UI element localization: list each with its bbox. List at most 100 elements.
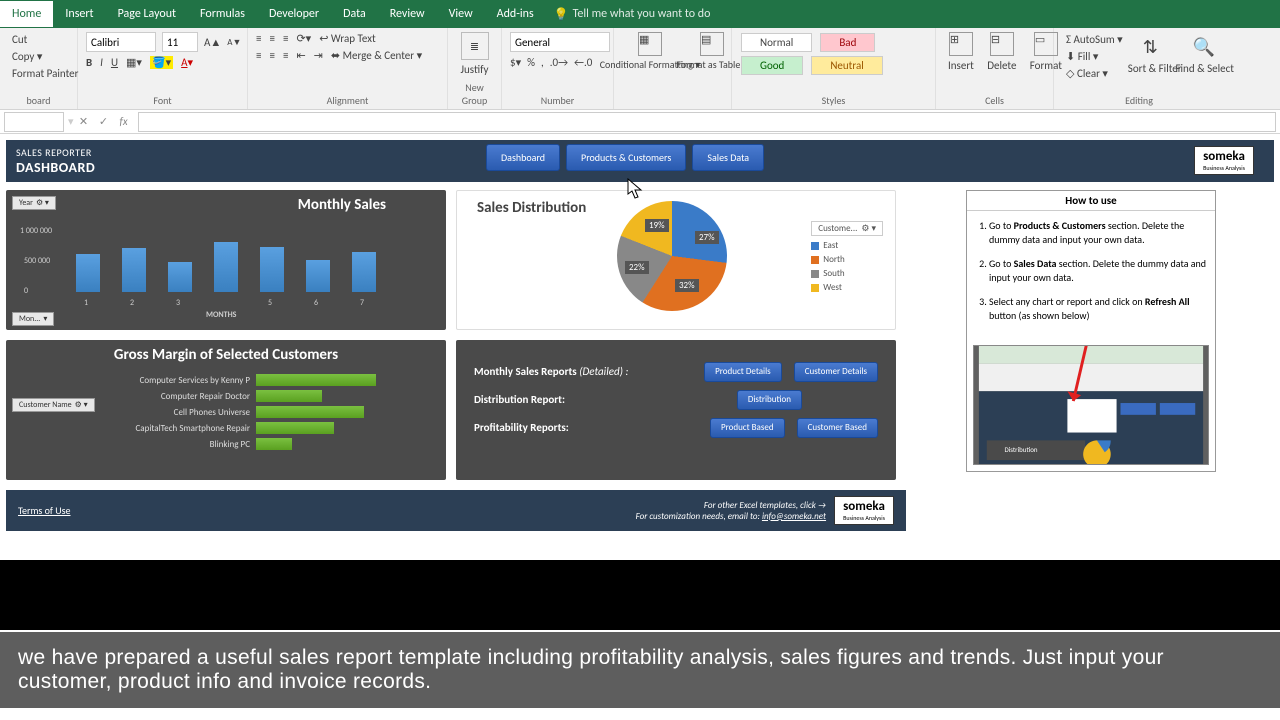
btn-product-based[interactable]: Product Based [710,418,785,438]
style-normal[interactable]: Normal [741,33,812,52]
btn-customer-details[interactable]: Customer Details [794,362,878,382]
formula-input[interactable] [138,112,1276,132]
cancel-formula-icon[interactable]: ✕ [74,115,94,128]
orientation-icon[interactable]: ⟳▾ [296,32,311,45]
font-color-button[interactable]: A▾ [181,56,193,69]
tab-developer[interactable]: Developer [257,1,331,27]
group-newgroup-label: New Group [456,79,493,107]
conditional-formatting-icon[interactable]: ▦ [638,32,662,56]
slicer-year[interactable]: Year ⚙ ▾ [12,196,56,210]
dashboard-header: SALES REPORTER DASHBOARD Dashboard Produ… [6,140,1274,182]
find-select-icon[interactable]: 🔍 [1193,36,1217,60]
group-editing-label: Editing [1062,92,1216,107]
style-bad[interactable]: Bad [820,33,875,52]
group-number-label: Number [510,92,605,107]
indent-inc-icon[interactable]: ⇥ [314,49,323,62]
clear-button[interactable]: ◇ Clear ▾ [1062,66,1127,81]
underline-button[interactable]: U [111,56,118,69]
ribbon: Cut Copy ▾ Format Painter board A▲ A▼ B … [0,28,1280,110]
align-center-icon[interactable]: ≡ [269,49,274,62]
chart-monthly-sales[interactable]: Monthly Sales Year ⚙ ▾ Mon... ▾ 0 500 00… [6,190,446,330]
fx-icon[interactable]: fx [114,115,134,128]
cut-button[interactable]: Cut [8,32,69,47]
delete-cells-button[interactable]: Delete [983,58,1020,73]
chart-gross-margin[interactable]: Gross Margin of Selected Customers Custo… [6,340,446,480]
align-mid-icon[interactable]: ≡ [269,32,274,45]
italic-button[interactable]: I [100,56,103,69]
align-left-icon[interactable]: ≡ [256,49,261,62]
slicer-month[interactable]: Mon... ▾ [12,312,54,326]
tab-data[interactable]: Data [331,1,378,27]
fill-color-button[interactable]: 🪣▾ [150,56,173,69]
slicer-customer-name[interactable]: Customer Name ⚙ ▾ [12,398,95,412]
dashboard-footer: Terms of Use For other Excel templates, … [6,490,906,531]
tab-view[interactable]: View [437,1,485,27]
tab-review[interactable]: Review [378,1,437,27]
app-subtitle: SALES REPORTER [16,146,95,159]
format-table-icon[interactable]: ▤ [700,32,724,56]
tab-page-layout[interactable]: Page Layout [106,1,188,27]
font-size-input[interactable] [162,32,198,52]
nav-products-customers[interactable]: Products & Customers [566,144,686,171]
dec-decimal-icon[interactable]: ←.0 [574,56,592,69]
format-painter-button[interactable]: Format Painter [8,66,69,81]
inc-decimal-icon[interactable]: .0→ [550,56,568,69]
find-select-button[interactable]: Find & Select [1171,62,1237,76]
delete-cells-icon[interactable]: ⊟ [990,32,1014,56]
nav-sales-data[interactable]: Sales Data [692,144,764,171]
justify-button[interactable]: Justify [457,62,493,77]
group-clipboard-label: board [8,92,69,107]
tab-formulas[interactable]: Formulas [188,1,257,27]
btn-customer-based[interactable]: Customer Based [797,418,878,438]
enter-formula-icon[interactable]: ✓ [94,115,114,128]
sort-filter-icon[interactable]: ⇅ [1143,36,1167,60]
tell-me-label: Tell me what you want to do [573,7,711,21]
style-neutral[interactable]: Neutral [811,56,882,75]
indent-dec-icon[interactable]: ⇤ [296,49,305,62]
slicer-customer[interactable]: Custome... ⚙ ▾ [811,221,883,236]
percent-icon[interactable]: % [527,56,535,69]
btn-product-details[interactable]: Product Details [704,362,782,382]
border-button[interactable]: ▦▾ [126,56,142,69]
reports-panel: Monthly Sales Reports (Detailed) : Produ… [456,340,896,480]
name-box[interactable] [4,112,64,132]
nav-dashboard[interactable]: Dashboard [486,144,560,171]
howto-step: Go to Sales Data section. Delete the dum… [989,257,1207,285]
email-link[interactable]: info@someka.net [762,511,826,522]
shrink-font-icon[interactable]: A▼ [227,37,241,48]
btn-distribution[interactable]: Distribution [737,390,802,410]
insert-cells-button[interactable]: Insert [944,58,978,73]
merge-button[interactable]: ⬌ Merge & Center ▾ [331,49,422,62]
howto-panel: How to use Go to Products & Customers se… [966,190,1216,472]
insert-cells-icon[interactable]: ⊞ [949,32,973,56]
group-font-label: Font [86,92,239,107]
terms-link[interactable]: Terms of Use [18,504,71,517]
brand-logo: somekaBusiness Analysis [1194,146,1254,175]
chart-sales-distribution[interactable]: Sales Distribution 27% 32% 22% 19% Custo… [456,190,896,330]
video-caption: we have prepared a useful sales report t… [0,632,1280,708]
svg-text:Distribution: Distribution [1004,445,1037,454]
monthly-reports-label: Monthly Sales Reports [474,365,577,378]
align-top-icon[interactable]: ≡ [256,32,261,45]
tab-home[interactable]: Home [0,1,53,27]
ribbon-tabs: Home Insert Page Layout Formulas Develop… [0,0,1280,28]
autosum-button[interactable]: Σ AutoSum ▾ [1062,32,1127,47]
justify-icon[interactable]: ≣ [461,32,489,60]
number-format-select[interactable] [510,32,610,52]
font-name-input[interactable] [86,32,156,52]
bold-button[interactable]: B [86,56,92,69]
brand-logo-footer: somekaBusiness Analysis [834,496,894,525]
wrap-text-button[interactable]: ↩ Wrap Text [319,32,376,45]
currency-icon[interactable]: $▾ [510,56,521,69]
tab-addins[interactable]: Add-ins [485,1,546,27]
align-bot-icon[interactable]: ≡ [283,32,288,45]
comma-icon[interactable]: , [541,56,544,69]
style-good[interactable]: Good [741,56,803,75]
fill-button[interactable]: ⬇ Fill ▾ [1062,49,1127,64]
tab-insert[interactable]: Insert [53,1,105,27]
distribution-report-label: Distribution Report: [474,393,565,406]
grow-font-icon[interactable]: A▲ [204,36,221,49]
tell-me[interactable]: 💡 Tell me what you want to do [554,7,711,22]
copy-button[interactable]: Copy ▾ [8,49,69,64]
align-right-icon[interactable]: ≡ [283,49,288,62]
